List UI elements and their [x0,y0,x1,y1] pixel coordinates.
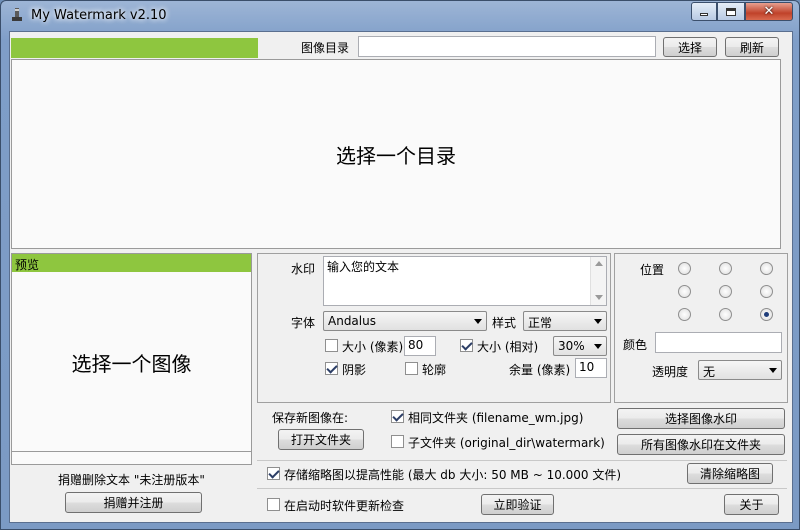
opacity-label: 透明度 [652,365,689,379]
clear-thumbnails-button[interactable]: 清除缩略图 [687,463,773,484]
verify-now-button[interactable]: 立即验证 [481,494,554,515]
cache-thumbnails-checkbox[interactable] [267,467,280,480]
color-input[interactable] [655,332,782,353]
shadow-checkbox[interactable] [325,362,338,375]
watermark-text-label: 水印 [291,262,316,276]
subfolder-checkbox[interactable] [391,435,404,448]
size-rel-checkbox[interactable] [460,339,473,352]
size-rel-select[interactable]: 30% [553,336,607,356]
margin-label: 余量 (像素) [509,363,571,377]
maximize-button[interactable] [717,2,745,21]
position-middle-right-radio[interactable] [760,285,773,298]
thumbnail-area[interactable]: 选择一个目录 [11,59,781,249]
preview-divider [12,451,251,452]
watermark-text-input[interactable]: 输入您的文本 [323,256,607,306]
divider-top [257,460,787,461]
watermark-selected-button[interactable]: 选择图像水印 [617,408,785,429]
scroll-down-icon [595,295,603,300]
text-scrollbar[interactable] [590,257,606,305]
cache-thumbnails-label: 存储缩略图以提高性能 (最大 db 大小: 50 MB ~ 10.000 文件) [284,468,622,482]
font-value: Andalus [328,314,376,328]
update-check-label: 在启动时软件更新检查 [284,499,405,513]
refresh-button[interactable]: 刷新 [725,37,779,57]
chevron-down-icon [594,344,602,349]
position-top-left-radio[interactable] [678,262,691,275]
color-label: 颜色 [623,338,648,352]
close-button[interactable]: ✕ [745,2,793,21]
chevron-down-icon [769,368,777,373]
close-icon: ✕ [763,4,775,19]
select-image-message: 选择一个图像 [71,351,192,376]
select-folder-button[interactable]: 选择 [663,37,717,57]
title-bar: My Watermark v2.10 ✕ [1,1,800,31]
top-accent-bar [11,38,258,58]
position-top-center-radio[interactable] [719,262,732,275]
style-label: 样式 [492,316,517,330]
position-center-radio[interactable] [719,285,732,298]
minimize-icon [700,13,708,16]
opacity-value: 无 [703,365,716,379]
preview-header [12,254,251,272]
chevron-down-icon [474,319,482,324]
position-top-right-radio[interactable] [760,262,773,275]
size-rel-value: 30% [558,339,585,353]
update-check-checkbox[interactable] [267,498,280,511]
preview-image-area: 选择一个图像 [12,273,251,451]
scroll-up-icon [595,261,603,266]
minimize-button[interactable] [691,2,717,21]
position-label: 位置 [640,263,665,277]
outline-checkbox[interactable] [405,362,418,375]
select-directory-message: 选择一个目录 [336,143,456,168]
window-title: My Watermark v2.10 [31,8,167,23]
divider-bottom [257,488,787,489]
font-select[interactable]: Andalus [323,311,487,331]
about-button[interactable]: 关于 [724,494,779,515]
size-px-input[interactable]: 80 [404,336,436,356]
subfolder-label: 子文件夹 (original_dir\watermark) [408,436,605,450]
opacity-select[interactable]: 无 [698,360,782,380]
position-bottom-right-radio[interactable] [760,308,773,321]
position-bottom-left-radio[interactable] [678,308,691,321]
watermark-text-value: 输入您的文本 [327,260,400,274]
margin-input[interactable]: 10 [575,358,607,378]
size-px-checkbox[interactable] [325,339,338,352]
donate-register-button[interactable]: 捐赠并注册 [65,492,202,513]
save-location-label: 保存新图像在: [272,411,349,425]
outline-label: 轮廓 [422,363,447,377]
position-middle-left-radio[interactable] [678,285,691,298]
same-folder-label: 相同文件夹 (filename_wm.jpg) [408,411,584,425]
folder-path-input[interactable] [358,36,656,57]
app-window: My Watermark v2.10 ✕ 图像目录 选择 刷新 选择一个目录 预… [0,0,800,530]
folder-label: 图像目录 [301,41,350,55]
maximize-icon [726,7,736,16]
font-label: 字体 [291,316,316,330]
position-bottom-center-radio[interactable] [719,308,732,321]
size-rel-label: 大小 (相对) [477,340,539,354]
chevron-down-icon [594,319,602,324]
app-icon [9,7,25,23]
same-folder-checkbox[interactable] [391,410,404,423]
shadow-label: 阴影 [342,363,367,377]
style-select[interactable]: 正常 [523,311,607,331]
preview-header-label: 预览 [15,258,40,272]
style-value: 正常 [528,316,553,330]
donate-text: 捐赠删除文本 "未注册版本" [58,473,205,487]
size-px-label: 大小 (像素) [342,340,404,354]
open-folder-button[interactable]: 打开文件夹 [278,429,364,450]
watermark-all-button[interactable]: 所有图像水印在文件夹 [617,434,785,455]
